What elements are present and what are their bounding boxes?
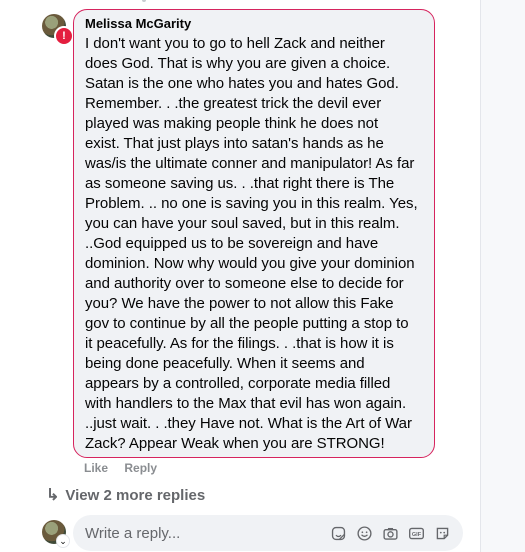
comment-bubble: Melissa McGarity I don't want you to go …: [73, 9, 435, 458]
thread-dot: [142, 0, 146, 2]
view-more-replies-label: View 2 more replies: [65, 486, 206, 504]
reply-input[interactable]: Write a reply... GIF: [73, 515, 463, 551]
comment-text: I don't want you to go to hell Zack and …: [85, 35, 418, 452]
comment-author[interactable]: Melissa McGarity: [85, 16, 424, 32]
gif-icon[interactable]: GIF: [408, 525, 425, 542]
right-panel-edge: [480, 0, 525, 552]
chevron-down-icon[interactable]: ⌄: [56, 534, 70, 548]
reply-placeholder: Write a reply...: [85, 524, 181, 542]
emoji-icon[interactable]: [356, 525, 373, 542]
comment-actions: Like Reply: [84, 461, 170, 475]
avatar-sticker-icon[interactable]: [434, 525, 451, 542]
reply-link[interactable]: Reply: [124, 461, 157, 475]
camera-icon[interactable]: [382, 525, 399, 542]
like-link[interactable]: Like: [84, 461, 108, 475]
sticker-icon[interactable]: [330, 525, 347, 542]
reply-arrow-icon: ↳: [46, 487, 60, 504]
view-more-replies-button[interactable]: ↳ View 2 more replies: [46, 485, 205, 505]
reply-tools: GIF: [330, 525, 451, 542]
error-badge: !: [54, 26, 74, 46]
svg-text:GIF: GIF: [412, 532, 422, 538]
